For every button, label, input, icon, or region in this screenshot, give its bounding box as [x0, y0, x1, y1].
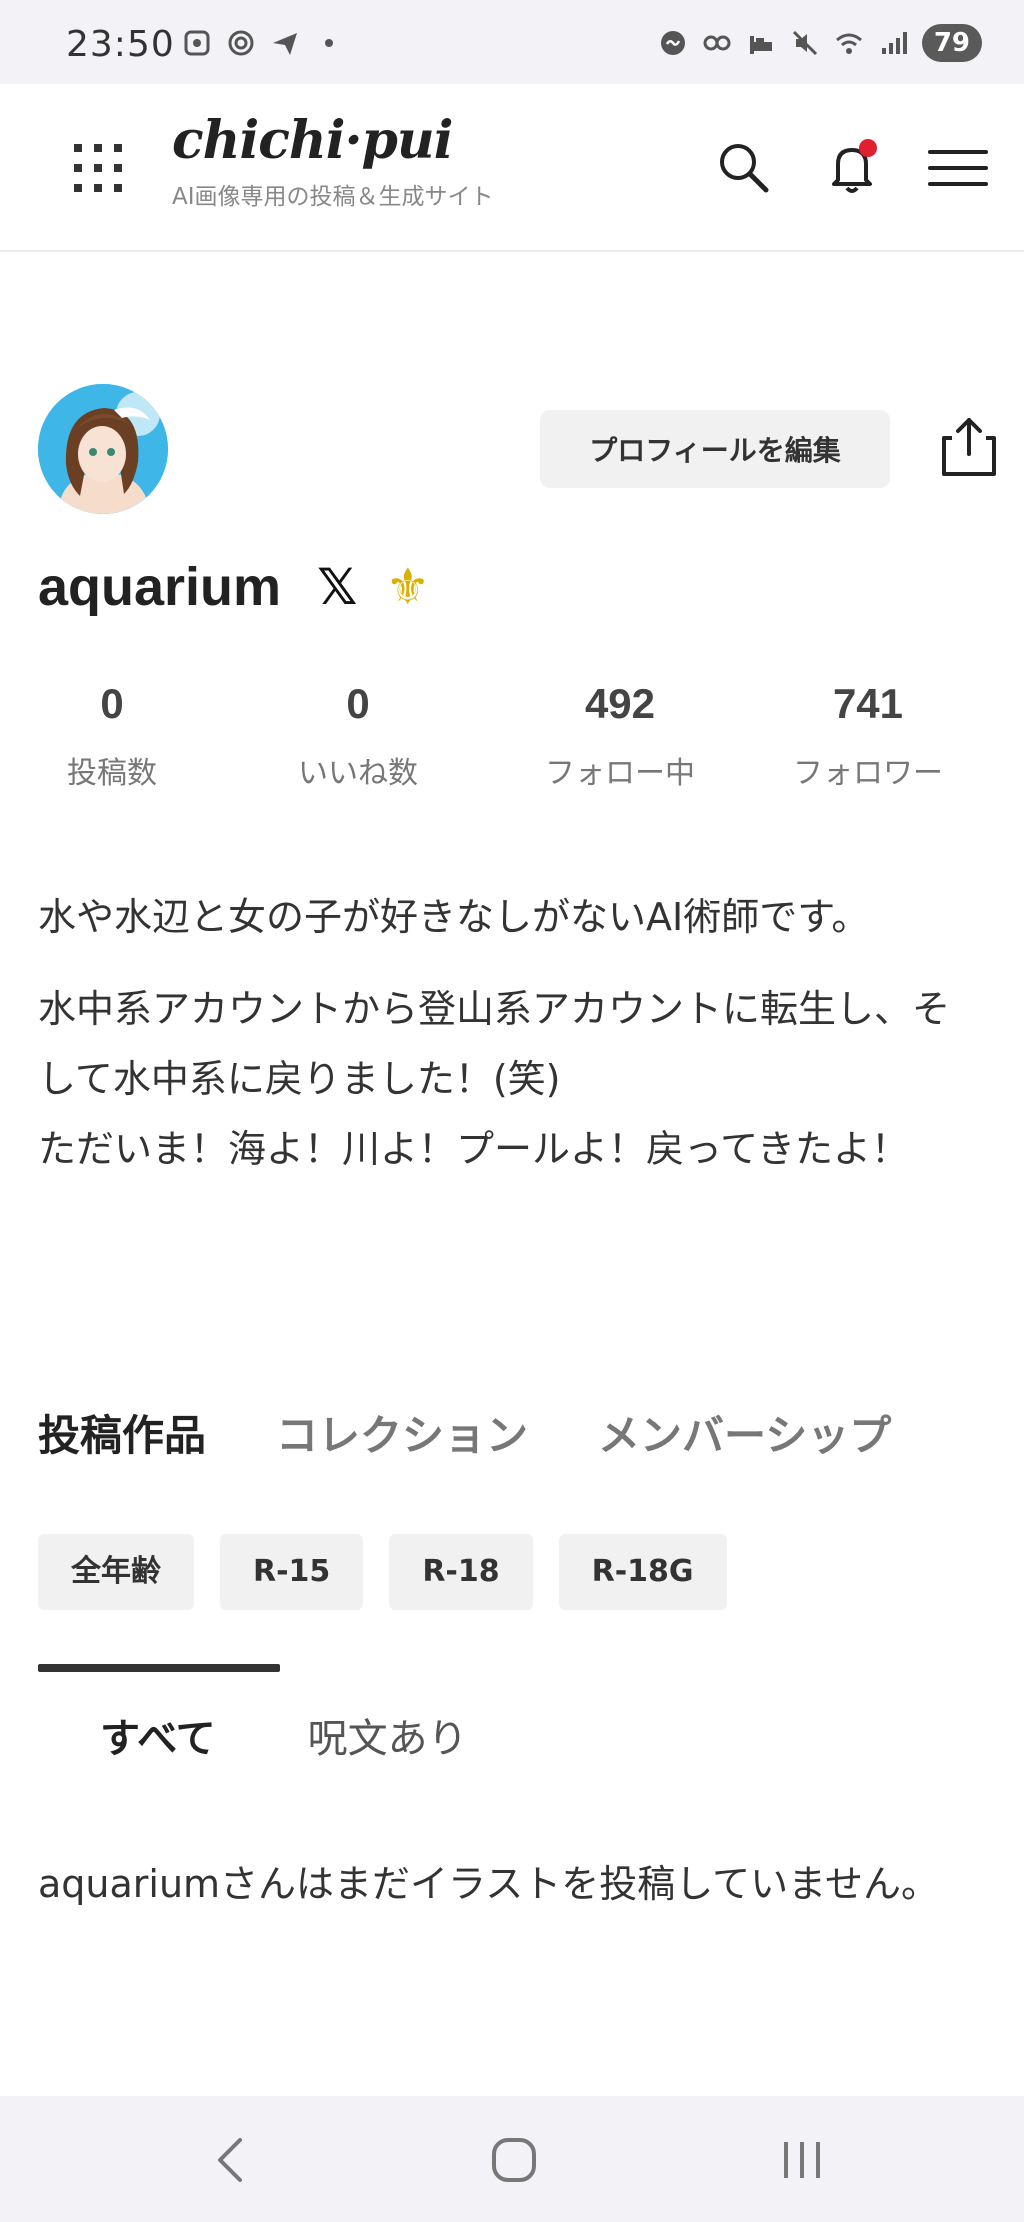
send-icon: [273, 33, 297, 55]
username-row: aquarium 𝕏 ⚜: [38, 556, 430, 618]
sleep-icon: [749, 36, 772, 54]
avatar[interactable]: [38, 384, 168, 514]
stat-followers-label: フォロワー: [793, 756, 943, 791]
tab-collection[interactable]: コレクション: [276, 1402, 528, 1463]
bio-line: 水や水辺と女の子が好きなしがないAI術師です。: [38, 895, 870, 939]
username: aquarium: [38, 557, 282, 617]
tab-membership[interactable]: メンバーシップ: [598, 1402, 891, 1463]
chip-all-ages[interactable]: 全年齢: [38, 1534, 194, 1610]
mute-icon: [792, 30, 817, 56]
tagline: AI画像専用の投稿＆生成サイト: [172, 184, 494, 210]
chat-bubble-icon: [660, 31, 685, 55]
stat-posts: 0 投稿数: [0, 680, 232, 792]
bio-line: 水中系アカウントから登山系アカウントに転生し、そして水中系に戻りました！(笑) た…: [38, 974, 988, 1184]
avatar-image: [38, 384, 168, 514]
stat-followers-value: 741: [832, 680, 904, 727]
subtabs: すべて 呪文あり: [100, 1706, 468, 1764]
dot-icon: [325, 39, 333, 47]
system-nav-bar: [0, 2096, 1024, 2222]
home-icon[interactable]: [484, 2130, 544, 2190]
stat-following-label: フォロー中: [545, 756, 695, 791]
stat-following[interactable]: 492 フォロー中: [500, 680, 740, 792]
empty-state-message: aquariumさんはまだイラストを投稿していません。: [38, 1862, 940, 1906]
app-header: chichi·pui AI画像専用の投稿＆生成サイト: [0, 84, 1024, 252]
tab-posts[interactable]: 投稿作品: [38, 1402, 206, 1463]
chip-r15[interactable]: R-15: [220, 1534, 364, 1610]
profile-stats: 0 投稿数 0 いいね数 492 フォロー中 741 フォロワー: [0, 680, 1024, 810]
hamburger-menu-icon[interactable]: [926, 136, 990, 200]
status-left-icons: [182, 28, 344, 58]
bio-text: ただいま！海よ！川よ！プールよ！戻ってきたよ！: [38, 1127, 909, 1171]
bio-text: 水中系アカウントから登山系アカウントに転生し、そして水中系に戻りました！(笑): [38, 987, 951, 1101]
status-bar: 23:50 79: [0, 0, 1024, 84]
stat-likes-value: 0: [346, 680, 370, 727]
chip-r18g[interactable]: R-18G: [558, 1534, 727, 1610]
rating-filter: 全年齢 R-15 R-18 R-18G: [38, 1534, 727, 1610]
stat-posts-label: 投稿数: [67, 756, 157, 791]
subtab-with-prompt[interactable]: 呪文あり: [308, 1706, 468, 1764]
screenshot-icon: [184, 30, 210, 56]
share-icon[interactable]: [938, 414, 1000, 480]
grid-menu-icon[interactable]: [70, 140, 126, 196]
search-icon[interactable]: [712, 136, 776, 200]
status-time: 23:50: [66, 24, 175, 65]
stat-posts-value: 0: [100, 680, 124, 727]
profile-bio: 水や水辺と女の子が好きなしがないAI術師です。 水中系アカウントから登山系アカウ…: [38, 882, 988, 1184]
notification-dot: [859, 139, 877, 157]
back-icon[interactable]: [202, 2130, 262, 2190]
site-logo[interactable]: chichi·pui AI画像専用の投稿＆生成サイト: [172, 110, 494, 211]
radar-icon: [228, 30, 254, 56]
subtab-active-indicator: [38, 1664, 280, 1672]
stat-likes-label: いいね数: [298, 756, 418, 791]
stat-likes: 0 いいね数: [238, 680, 478, 792]
edit-profile-button[interactable]: プロフィールを編集: [540, 410, 890, 488]
logo-text: chichi·pui: [172, 110, 453, 171]
wifi-icon: [835, 33, 862, 54]
content-tabs: 投稿作品 コレクション メンバーシップ: [38, 1402, 891, 1463]
signal-icon: [881, 32, 907, 54]
battery-level: 79: [921, 24, 982, 62]
recent-apps-icon[interactable]: [772, 2130, 832, 2190]
x-twitter-icon[interactable]: 𝕏: [317, 558, 357, 616]
stat-following-value: 492: [584, 680, 656, 727]
link-icon: [703, 35, 731, 51]
notification-bell-icon[interactable]: [820, 136, 884, 200]
subtab-all[interactable]: すべて: [100, 1706, 216, 1764]
status-right-icons: 79: [658, 24, 982, 62]
chip-r18[interactable]: R-18: [389, 1534, 533, 1610]
stat-followers[interactable]: 741 フォロワー: [748, 680, 988, 792]
fleur-de-lis-badge-icon: ⚜: [385, 558, 431, 616]
